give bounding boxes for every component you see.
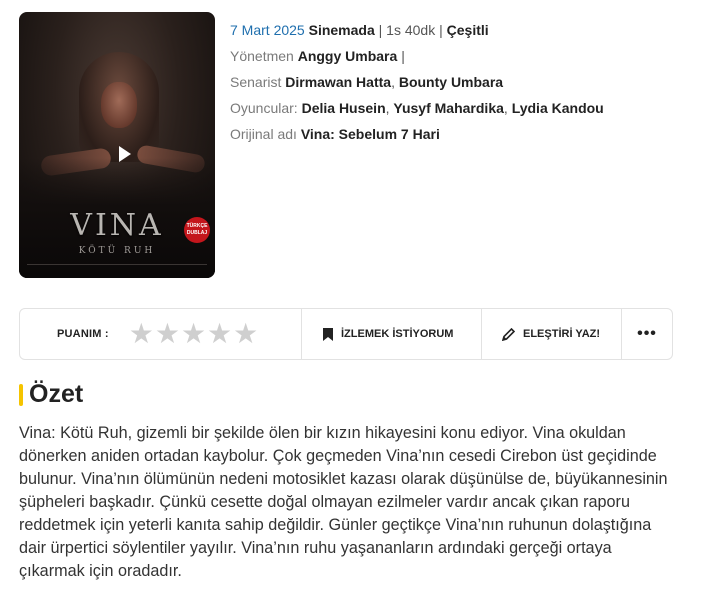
rating-label: PUANIM : bbox=[57, 328, 109, 340]
director-link[interactable]: Anggy Umbara bbox=[298, 48, 398, 64]
poster-dub-badge: TÜRKÇE DUBLAJ bbox=[184, 217, 210, 243]
poster-subtitle: KÖTÜ RUH bbox=[78, 246, 156, 256]
star-icon[interactable]: ★ bbox=[207, 320, 232, 348]
rating-section: PUANIM : ★ ★ ★ ★ ★ bbox=[20, 309, 302, 359]
summary-heading: Özet bbox=[19, 380, 83, 409]
meta-release-row: 7 Mart 2025 Sinemada | 1s 40dk | Çeşitli bbox=[230, 17, 604, 43]
writer-link[interactable]: Dirmawan Hatta bbox=[285, 74, 391, 90]
duration: 1s 40dk bbox=[386, 22, 436, 38]
more-options-button[interactable]: ••• bbox=[622, 309, 672, 359]
summary-heading-text: Özet bbox=[29, 380, 84, 408]
more-icon: ••• bbox=[637, 325, 657, 342]
rating-stars: ★ ★ ★ ★ ★ bbox=[129, 320, 260, 348]
separator: | bbox=[401, 48, 405, 64]
watchlist-label: İZLEMEK İSTİYORUM bbox=[341, 328, 454, 340]
star-icon[interactable]: ★ bbox=[233, 320, 258, 348]
heading-accent bbox=[19, 383, 23, 406]
writer-link[interactable]: Bounty Umbara bbox=[399, 74, 503, 90]
writer-label: Senarist bbox=[230, 74, 282, 90]
genre-link[interactable]: Çeşitli bbox=[447, 22, 489, 38]
original-title-label: Orijinal adı bbox=[230, 126, 297, 142]
cast-link[interactable]: Delia Husein bbox=[302, 100, 386, 116]
movie-poster[interactable]: VINA KÖTÜ RUH TÜRKÇE DUBLAJ bbox=[19, 12, 215, 278]
original-title: Vina: Sebelum 7 Hari bbox=[300, 126, 440, 142]
cast-link[interactable]: Yusyf Mahardika bbox=[393, 100, 504, 116]
star-icon[interactable]: ★ bbox=[129, 320, 154, 348]
summary-text: Vina: Kötü Ruh, gizemli bir şekilde ölen… bbox=[19, 424, 668, 580]
bookmark-icon bbox=[323, 327, 333, 341]
action-bar: PUANIM : ★ ★ ★ ★ ★ İZLEMEK İSTİYORUM ELE… bbox=[19, 308, 673, 360]
meta-cast-row: Oyuncular: Delia Husein, Yusyf Mahardika… bbox=[230, 95, 604, 121]
poster-figure-face bbox=[101, 82, 137, 128]
review-label: ELEŞTİRİ YAZ! bbox=[523, 328, 601, 340]
separator: | bbox=[439, 22, 447, 38]
star-icon[interactable]: ★ bbox=[155, 320, 180, 348]
cast-link[interactable]: Lydia Kandou bbox=[512, 100, 604, 116]
cast-label: Oyuncular: bbox=[230, 100, 298, 116]
write-review-button[interactable]: ELEŞTİRİ YAZ! bbox=[482, 309, 622, 359]
release-type[interactable]: Sinemada bbox=[309, 22, 375, 38]
poster-credits bbox=[27, 264, 207, 272]
comma: , bbox=[503, 100, 512, 116]
movie-meta: 7 Mart 2025 Sinemada | 1s 40dk | Çeşitli… bbox=[230, 17, 604, 147]
director-label: Yönetmen bbox=[230, 48, 294, 64]
meta-director-row: Yönetmen Anggy Umbara | bbox=[230, 43, 604, 69]
watchlist-button[interactable]: İZLEMEK İSTİYORUM bbox=[302, 309, 482, 359]
meta-writer-row: Senarist Dirmawan Hatta, Bounty Umbara bbox=[230, 69, 604, 95]
star-icon[interactable]: ★ bbox=[181, 320, 206, 348]
comma: , bbox=[391, 74, 399, 90]
meta-original-title-row: Orijinal adı Vina: Sebelum 7 Hari bbox=[230, 121, 604, 147]
pencil-icon bbox=[502, 327, 515, 341]
release-date[interactable]: 7 Mart 2025 bbox=[230, 22, 305, 38]
play-icon[interactable] bbox=[119, 146, 131, 162]
